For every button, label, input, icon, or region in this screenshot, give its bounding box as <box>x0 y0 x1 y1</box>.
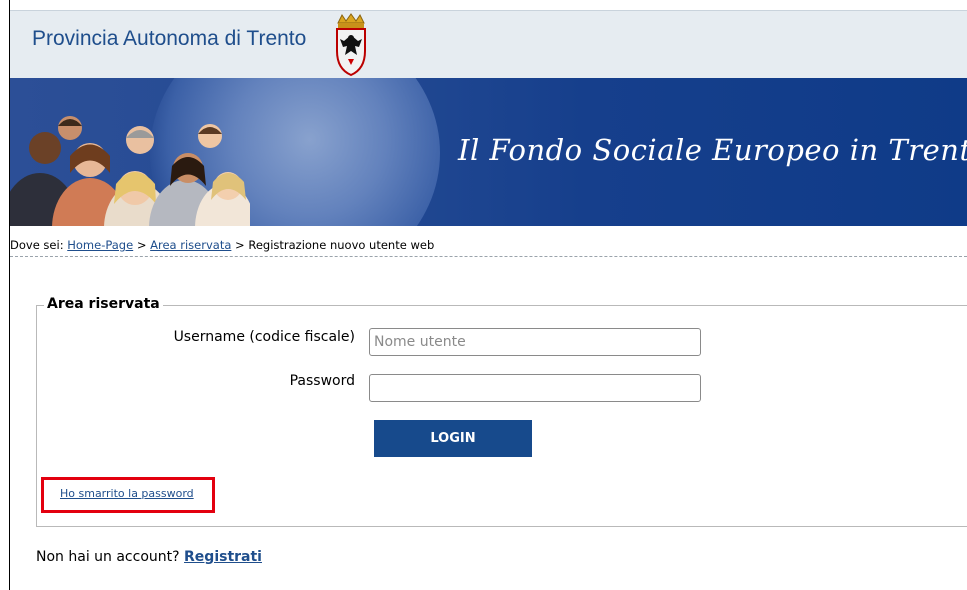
breadcrumb-current: Registrazione nuovo utente web <box>248 238 435 252</box>
breadcrumb-prefix: Dove sei: <box>10 238 64 252</box>
hero-banner: Il Fondo Sociale Europeo in Trentino <box>10 78 967 226</box>
breadcrumb-divider <box>10 256 967 257</box>
breadcrumb-home-link[interactable]: Home-Page <box>67 238 133 252</box>
register-prompt: Non hai un account? <box>36 549 180 565</box>
breadcrumb-area-riservata-link[interactable]: Area riservata <box>150 238 231 252</box>
password-input[interactable] <box>369 374 701 402</box>
username-label: Username (codice fiscale) <box>173 329 355 345</box>
site-header: Provincia Autonoma di Trento <box>10 10 967 79</box>
breadcrumb-separator: > <box>136 238 147 252</box>
banner-title: Il Fondo Sociale Europeo in Trentino <box>458 133 967 167</box>
forgot-password-link[interactable]: Ho smarrito la password <box>60 487 194 500</box>
breadcrumb: Dove sei: Home-Page > Area riservata > R… <box>10 238 967 252</box>
people-photo <box>10 116 250 226</box>
password-label: Password <box>289 373 355 389</box>
page: Provincia Autonoma di Trento Il Fondo So… <box>0 0 967 590</box>
register-row: Non hai un account? Registrati <box>36 549 262 565</box>
login-button[interactable]: LOGIN <box>374 420 532 457</box>
crest-icon <box>336 13 366 77</box>
site-title[interactable]: Provincia Autonoma di Trento <box>32 27 306 51</box>
register-link[interactable]: Registrati <box>184 549 262 565</box>
login-legend: Area riservata <box>44 296 163 312</box>
breadcrumb-separator: > <box>235 238 245 252</box>
username-input[interactable] <box>369 328 701 356</box>
